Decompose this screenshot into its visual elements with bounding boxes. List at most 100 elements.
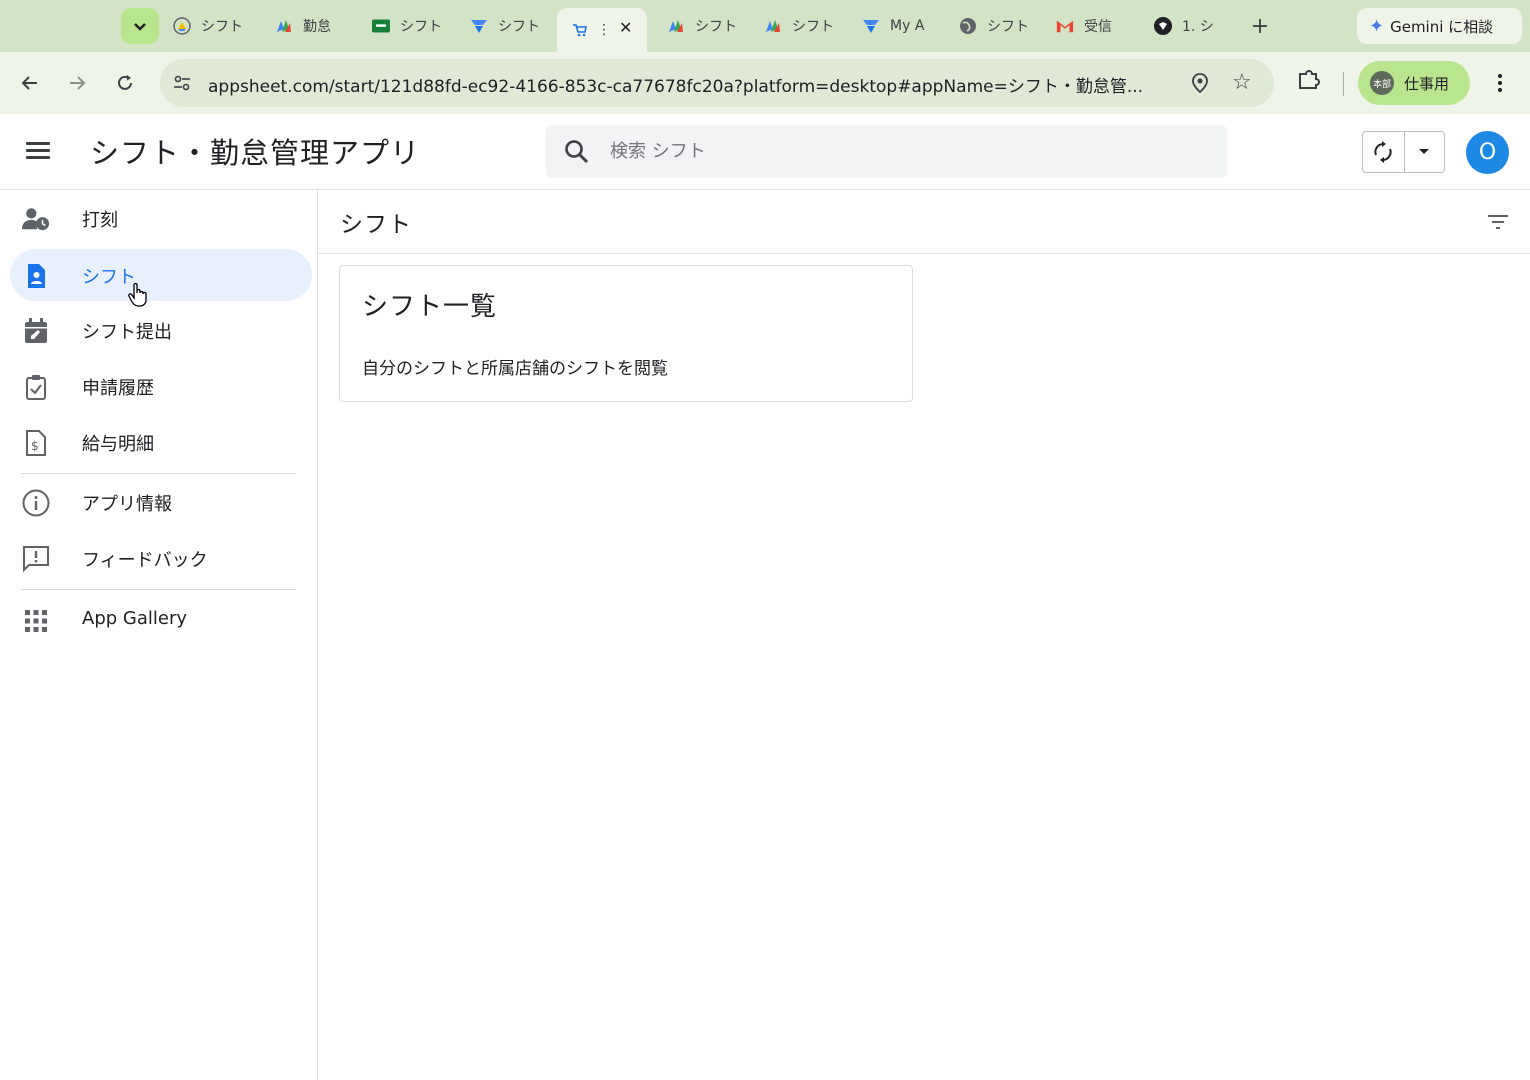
appsheet-icon <box>667 17 685 35</box>
sidebar-item-label: 打刻 <box>82 210 118 231</box>
caret-down-icon <box>1419 149 1430 154</box>
bookmark-star-icon[interactable]: ☆ <box>1232 70 1252 95</box>
document-person-icon <box>22 262 50 290</box>
url-text: appsheet.com/start/121d88fd-ec92-4166-85… <box>208 77 1144 97</box>
sidebar-item-payslip[interactable]: $ 給与明細 <box>10 416 312 468</box>
back-button[interactable] <box>13 66 47 100</box>
view-header: シフト <box>318 190 1530 254</box>
tab-label: My A <box>890 18 925 34</box>
drive-icon <box>173 17 191 35</box>
profile-button[interactable]: 本部 仕事用 <box>1358 61 1470 105</box>
hand-cursor-icon <box>128 282 147 307</box>
sidebar-divider <box>21 473 296 474</box>
reload-button[interactable] <box>108 66 142 100</box>
gemini-label: Gemini に相談 <box>1390 17 1494 36</box>
browser-tab[interactable]: My A <box>862 9 940 43</box>
reload-icon <box>118 75 132 90</box>
close-icon[interactable]: ✕ <box>619 18 632 37</box>
search-bar[interactable] <box>546 125 1227 178</box>
sync-dropdown-button[interactable] <box>1405 132 1445 172</box>
card-description: 自分のシフトと所属店舗のシフトを閲覧 <box>362 359 668 379</box>
sync-button-group <box>1362 131 1445 173</box>
browser-tab-active[interactable]: ⋮ ✕ <box>557 8 647 52</box>
app-header: シフト・勤怠管理アプリ O <box>0 114 1530 190</box>
chevron-down-icon <box>134 23 146 31</box>
new-tab-button[interactable]: + <box>1246 12 1274 40</box>
sidebar-item-label: フィードバック <box>82 550 208 571</box>
app-title: シフト・勤怠管理アプリ <box>90 136 421 170</box>
address-bar[interactable]: appsheet.com/start/121d88fd-ec92-4166-85… <box>160 59 1274 107</box>
appsheet-icon <box>275 17 293 35</box>
tab-label: 勤怠 <box>303 19 331 35</box>
view-title: シフト <box>340 212 412 238</box>
browser-tab[interactable]: 受信 <box>1056 9 1136 43</box>
search-input[interactable] <box>610 135 1190 168</box>
info-icon <box>22 489 50 517</box>
tab-more-icon: ⋮ <box>597 22 611 38</box>
tab-label: 受信 <box>1084 19 1112 35</box>
filter-icon[interactable] <box>1486 212 1510 232</box>
browser-tab[interactable]: シフト <box>764 9 844 43</box>
sidebar-item-label: 給与明細 <box>82 434 154 455</box>
sidebar-item-shift[interactable]: シフト <box>10 249 312 301</box>
tab-label: シフト <box>498 19 540 35</box>
appsheet-icon <box>764 17 782 35</box>
tab-label: シフト <box>987 19 1029 35</box>
sidebar-item-request-history[interactable]: 申請履歴 <box>10 360 312 412</box>
browser-toolbar: appsheet.com/start/121d88fd-ec92-4166-85… <box>0 52 1530 114</box>
tab-label: シフト <box>792 19 834 35</box>
browser-tab[interactable]: 勤怠 <box>275 9 355 43</box>
clipboard-check-icon <box>22 373 50 401</box>
gemini-button[interactable]: ✦ Gemini に相談 <box>1357 8 1522 44</box>
sidebar-item-label: シフト提出 <box>82 322 172 343</box>
sidebar-item-clock-in[interactable]: 打刻 <box>10 192 312 244</box>
hamburger-menu-icon[interactable] <box>22 138 54 166</box>
notion-icon <box>1154 17 1172 35</box>
person-clock-icon <box>22 205 50 233</box>
tab-strip: シフト 勤怠 シフト シフト ⋮ ✕ シフト シフト My A シフト 受信 1… <box>0 0 1530 52</box>
profile-label: 仕事用 <box>1404 74 1450 93</box>
sidebar-item-feedback[interactable]: フィードバック <box>10 532 312 584</box>
browser-tab[interactable]: シフト <box>667 9 747 43</box>
tab-label: シフト <box>695 19 737 35</box>
globe-icon <box>959 17 977 35</box>
arrow-left-icon <box>21 76 37 90</box>
sidebar-item-label: 申請履歴 <box>82 378 154 399</box>
browser-menu-icon[interactable] <box>1488 68 1512 98</box>
tab-label: 1. シ <box>1182 19 1214 35</box>
tab-label: シフト <box>400 19 442 35</box>
sync-button[interactable] <box>1363 132 1405 172</box>
search-icon <box>565 140 589 164</box>
sidebar-item-app-info[interactable]: アプリ情報 <box>10 476 312 528</box>
sidebar-item-app-gallery[interactable]: App Gallery <box>10 594 312 646</box>
browser-chrome: シフト 勤怠 シフト シフト ⋮ ✕ シフト シフト My A シフト 受信 1… <box>0 0 1530 114</box>
shift-list-card[interactable]: シフト一覧 自分のシフトと所属店舗のシフトを閲覧 <box>339 265 913 402</box>
sidebar-item-shift-submit[interactable]: シフト提出 <box>10 304 312 356</box>
user-avatar[interactable]: O <box>1466 131 1509 174</box>
sidebar-divider <box>21 589 296 590</box>
browser-tab[interactable]: シフト <box>959 9 1039 43</box>
profile-avatar: 本部 <box>1370 71 1394 95</box>
forward-button[interactable] <box>60 66 94 100</box>
forms-icon <box>862 17 880 35</box>
receipt-dollar-icon: $ <box>22 429 50 457</box>
arrow-right-icon <box>70 76 86 90</box>
apps-grid-icon <box>22 607 50 635</box>
forms-icon <box>470 17 488 35</box>
cart-icon <box>571 21 589 39</box>
sync-icon <box>1374 141 1392 163</box>
feedback-icon <box>22 545 50 573</box>
browser-tab[interactable]: シフト <box>372 9 452 43</box>
gemini-sparkle-icon: ✦ <box>1369 15 1385 37</box>
location-pin-icon[interactable] <box>1190 72 1210 94</box>
sidebar: 打刻 シフト シフト提出 申請履歴 $ 給与明細 アプリ情報 フィードバック A… <box>0 190 318 1080</box>
svg-text:$: $ <box>31 439 39 453</box>
browser-tab[interactable]: シフト <box>470 9 550 43</box>
browser-tab[interactable]: シフト <box>173 9 259 43</box>
sheets-icon <box>372 17 390 35</box>
sidebar-item-label: アプリ情報 <box>82 494 172 515</box>
tab-search-button[interactable] <box>121 8 159 44</box>
extensions-puzzle-icon[interactable] <box>1296 66 1322 92</box>
site-settings-icon[interactable] <box>172 73 192 93</box>
browser-tab[interactable]: 1. シ <box>1154 9 1230 43</box>
